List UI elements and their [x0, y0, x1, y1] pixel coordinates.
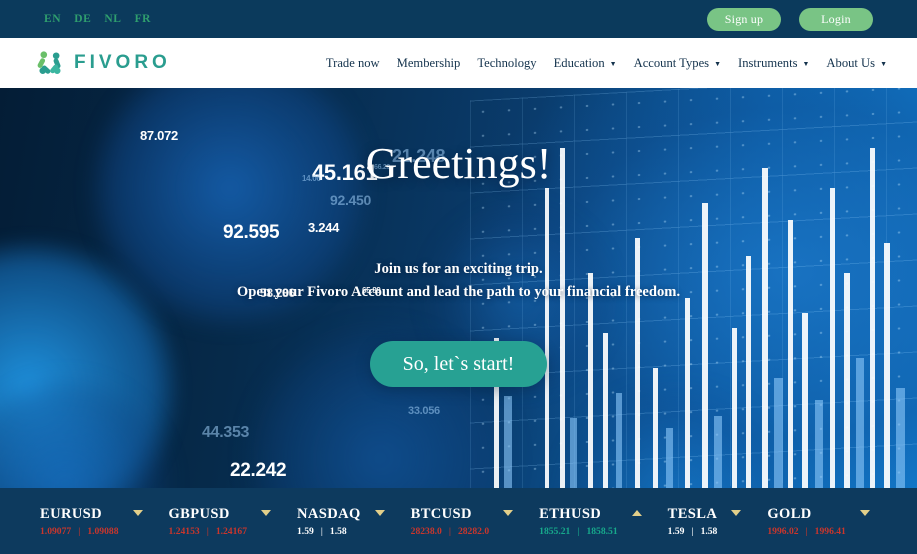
ticker-ask: 1.58	[329, 525, 347, 537]
ticker-bid: 28238.0	[410, 525, 442, 537]
nav-links: Trade now Membership Technology Educatio…	[326, 56, 887, 71]
ticker-separator: |	[78, 525, 81, 537]
ticker-ask: 1858.51	[586, 525, 618, 537]
hero-banner: 87.072 45.161 92.595 3.244 21.248 92.450…	[0, 88, 917, 488]
ticker-bid: 1996.02	[767, 525, 799, 537]
brand-logo[interactable]: FIVORO	[34, 47, 171, 80]
ticker-symbol: EURUSD	[40, 505, 103, 522]
chevron-down-icon: ▼	[714, 59, 722, 68]
main-navigation-bar: FIVORO Trade now Membership Technology E…	[0, 38, 917, 88]
nav-label: Technology	[477, 55, 537, 70]
ticker-bid: 1.59	[297, 525, 314, 537]
ticker-values: 28238.0 | 28282.0	[411, 525, 490, 538]
ticker-ask: 1.58	[700, 525, 718, 537]
chevron-down-icon: ▼	[880, 59, 887, 68]
ticker-bid: 1855.21	[539, 525, 571, 537]
ticker-body: BTCUSD 28238.0 | 28282.0	[411, 504, 490, 538]
nav-label: About Us	[826, 55, 876, 70]
hero-subtitle: Join us for an exciting trip. Open your …	[237, 258, 680, 303]
nav-item-technology[interactable]: Technology	[477, 56, 536, 71]
ticker-row: EURUSD 1.09077 | 1.09088 GBPUSD 1.24153 …	[0, 488, 917, 554]
arrow-down-icon	[132, 509, 143, 516]
ticker-values: 1.59 | 1.58	[297, 525, 361, 538]
ticker-bid: 1.09077	[40, 525, 72, 537]
hero-subtitle-line-1: Join us for an exciting trip.	[374, 261, 543, 277]
arrow-down-icon	[261, 509, 271, 516]
ticker-separator: |	[320, 525, 323, 537]
nav-item-about-us[interactable]: About Us ▼	[826, 56, 887, 71]
ticker-symbol: ETHUSD	[539, 505, 602, 522]
ticker-symbol: GBPUSD	[168, 505, 230, 522]
arrow-down-icon	[859, 509, 870, 516]
arrow-down-icon	[503, 509, 514, 516]
nav-item-education[interactable]: Education ▼	[554, 56, 617, 71]
arrow-down-icon	[731, 509, 742, 516]
ticker-item-nasdaq[interactable]: NASDAQ 1.59 | 1.58	[297, 504, 385, 538]
chevron-down-icon: ▼	[609, 59, 617, 68]
login-button[interactable]: Login	[799, 7, 873, 31]
ticker-values: 1855.21 | 1858.51	[539, 525, 618, 538]
hero-content: Greetings! Join us for an exciting trip.…	[0, 88, 917, 488]
lang-link-de[interactable]: DE	[74, 13, 91, 25]
ticker-ask: 1.24167	[215, 525, 247, 537]
ticker-separator: |	[577, 525, 580, 537]
lang-link-fr[interactable]: FR	[135, 13, 152, 25]
ticker-item-tesla[interactable]: TESLA 1.59 | 1.58	[668, 504, 742, 538]
nav-item-membership[interactable]: Membership	[397, 56, 461, 71]
ticker-bid: 1.59	[667, 525, 685, 537]
ticker-separator: |	[805, 525, 808, 537]
ticker-item-btcusd[interactable]: BTCUSD 28238.0 | 28282.0	[411, 504, 514, 538]
ticker-separator: |	[691, 525, 694, 537]
brand-name: FIVORO	[74, 52, 171, 73]
ticker-values: 1996.02 | 1996.41	[767, 525, 846, 538]
ticker-body: NASDAQ 1.59 | 1.58	[297, 504, 361, 538]
nav-label: Education	[553, 55, 605, 70]
ticker-item-ethusd[interactable]: ETHUSD 1855.21 | 1858.51	[539, 504, 642, 538]
ticker-separator: |	[448, 525, 451, 537]
ticker-ask: 1.09088	[87, 525, 119, 537]
nav-label: Account Types	[633, 55, 710, 70]
ticker-values: 1.59 | 1.58	[668, 525, 718, 538]
nav-item-instruments[interactable]: Instruments ▼	[738, 56, 809, 71]
arrow-up-icon	[631, 509, 642, 516]
ticker-values: 1.24153 | 1.24167	[169, 525, 248, 538]
lang-link-nl[interactable]: NL	[104, 13, 121, 25]
fivoro-people-logo-icon	[37, 50, 61, 74]
ticker-symbol: NASDAQ	[297, 505, 361, 522]
sign-up-button[interactable]: Sign up	[707, 7, 781, 31]
ticker-item-gold[interactable]: GOLD 1996.02 | 1996.41	[767, 504, 870, 538]
ticker-body: GBPUSD 1.24153 | 1.24167	[169, 504, 248, 538]
ticker-ask: 1996.41	[814, 525, 846, 537]
ticker-body: TESLA 1.59 | 1.58	[668, 504, 718, 538]
ticker-symbol: GOLD	[767, 505, 812, 522]
market-ticker-bar[interactable]: EURUSD 1.09077 | 1.09088 GBPUSD 1.24153 …	[0, 488, 917, 554]
nav-label: Membership	[396, 55, 461, 70]
ticker-body: EURUSD 1.09077 | 1.09088	[40, 504, 119, 538]
get-started-button[interactable]: So, let`s start!	[369, 341, 548, 388]
top-utility-bar: EN DE NL FR Sign up Login	[0, 0, 917, 38]
hero-subtitle-line-2: Open your Fivoro Account and lead the pa…	[236, 283, 681, 300]
ticker-values: 1.09077 | 1.09088	[40, 525, 119, 538]
page-root: EN DE NL FR Sign up Login FIVORO Trade n…	[0, 0, 917, 554]
ticker-body: ETHUSD 1855.21 | 1858.51	[539, 504, 618, 538]
ticker-item-eurusd[interactable]: EURUSD 1.09077 | 1.09088	[40, 504, 143, 538]
nav-item-trade-now[interactable]: Trade now	[326, 56, 380, 71]
language-selector: EN DE NL FR	[44, 13, 151, 25]
ticker-body: GOLD 1996.02 | 1996.41	[767, 504, 846, 538]
top-account-actions: Sign up Login	[707, 7, 873, 31]
ticker-bid: 1.24153	[168, 525, 200, 537]
ticker-symbol: TESLA	[667, 505, 718, 522]
nav-item-account-types[interactable]: Account Types ▼	[634, 56, 721, 71]
nav-label: Instruments	[738, 55, 798, 70]
arrow-down-icon	[374, 509, 385, 516]
ticker-symbol: BTCUSD	[410, 505, 472, 522]
nav-label: Trade now	[325, 55, 380, 70]
hero-title: Greetings!	[365, 139, 552, 188]
chevron-down-icon: ▼	[802, 59, 810, 68]
ticker-separator: |	[206, 525, 209, 537]
lang-link-en[interactable]: EN	[44, 13, 61, 25]
ticker-ask: 28282.0	[457, 525, 490, 537]
ticker-item-gbpusd[interactable]: GBPUSD 1.24153 | 1.24167	[169, 504, 271, 538]
